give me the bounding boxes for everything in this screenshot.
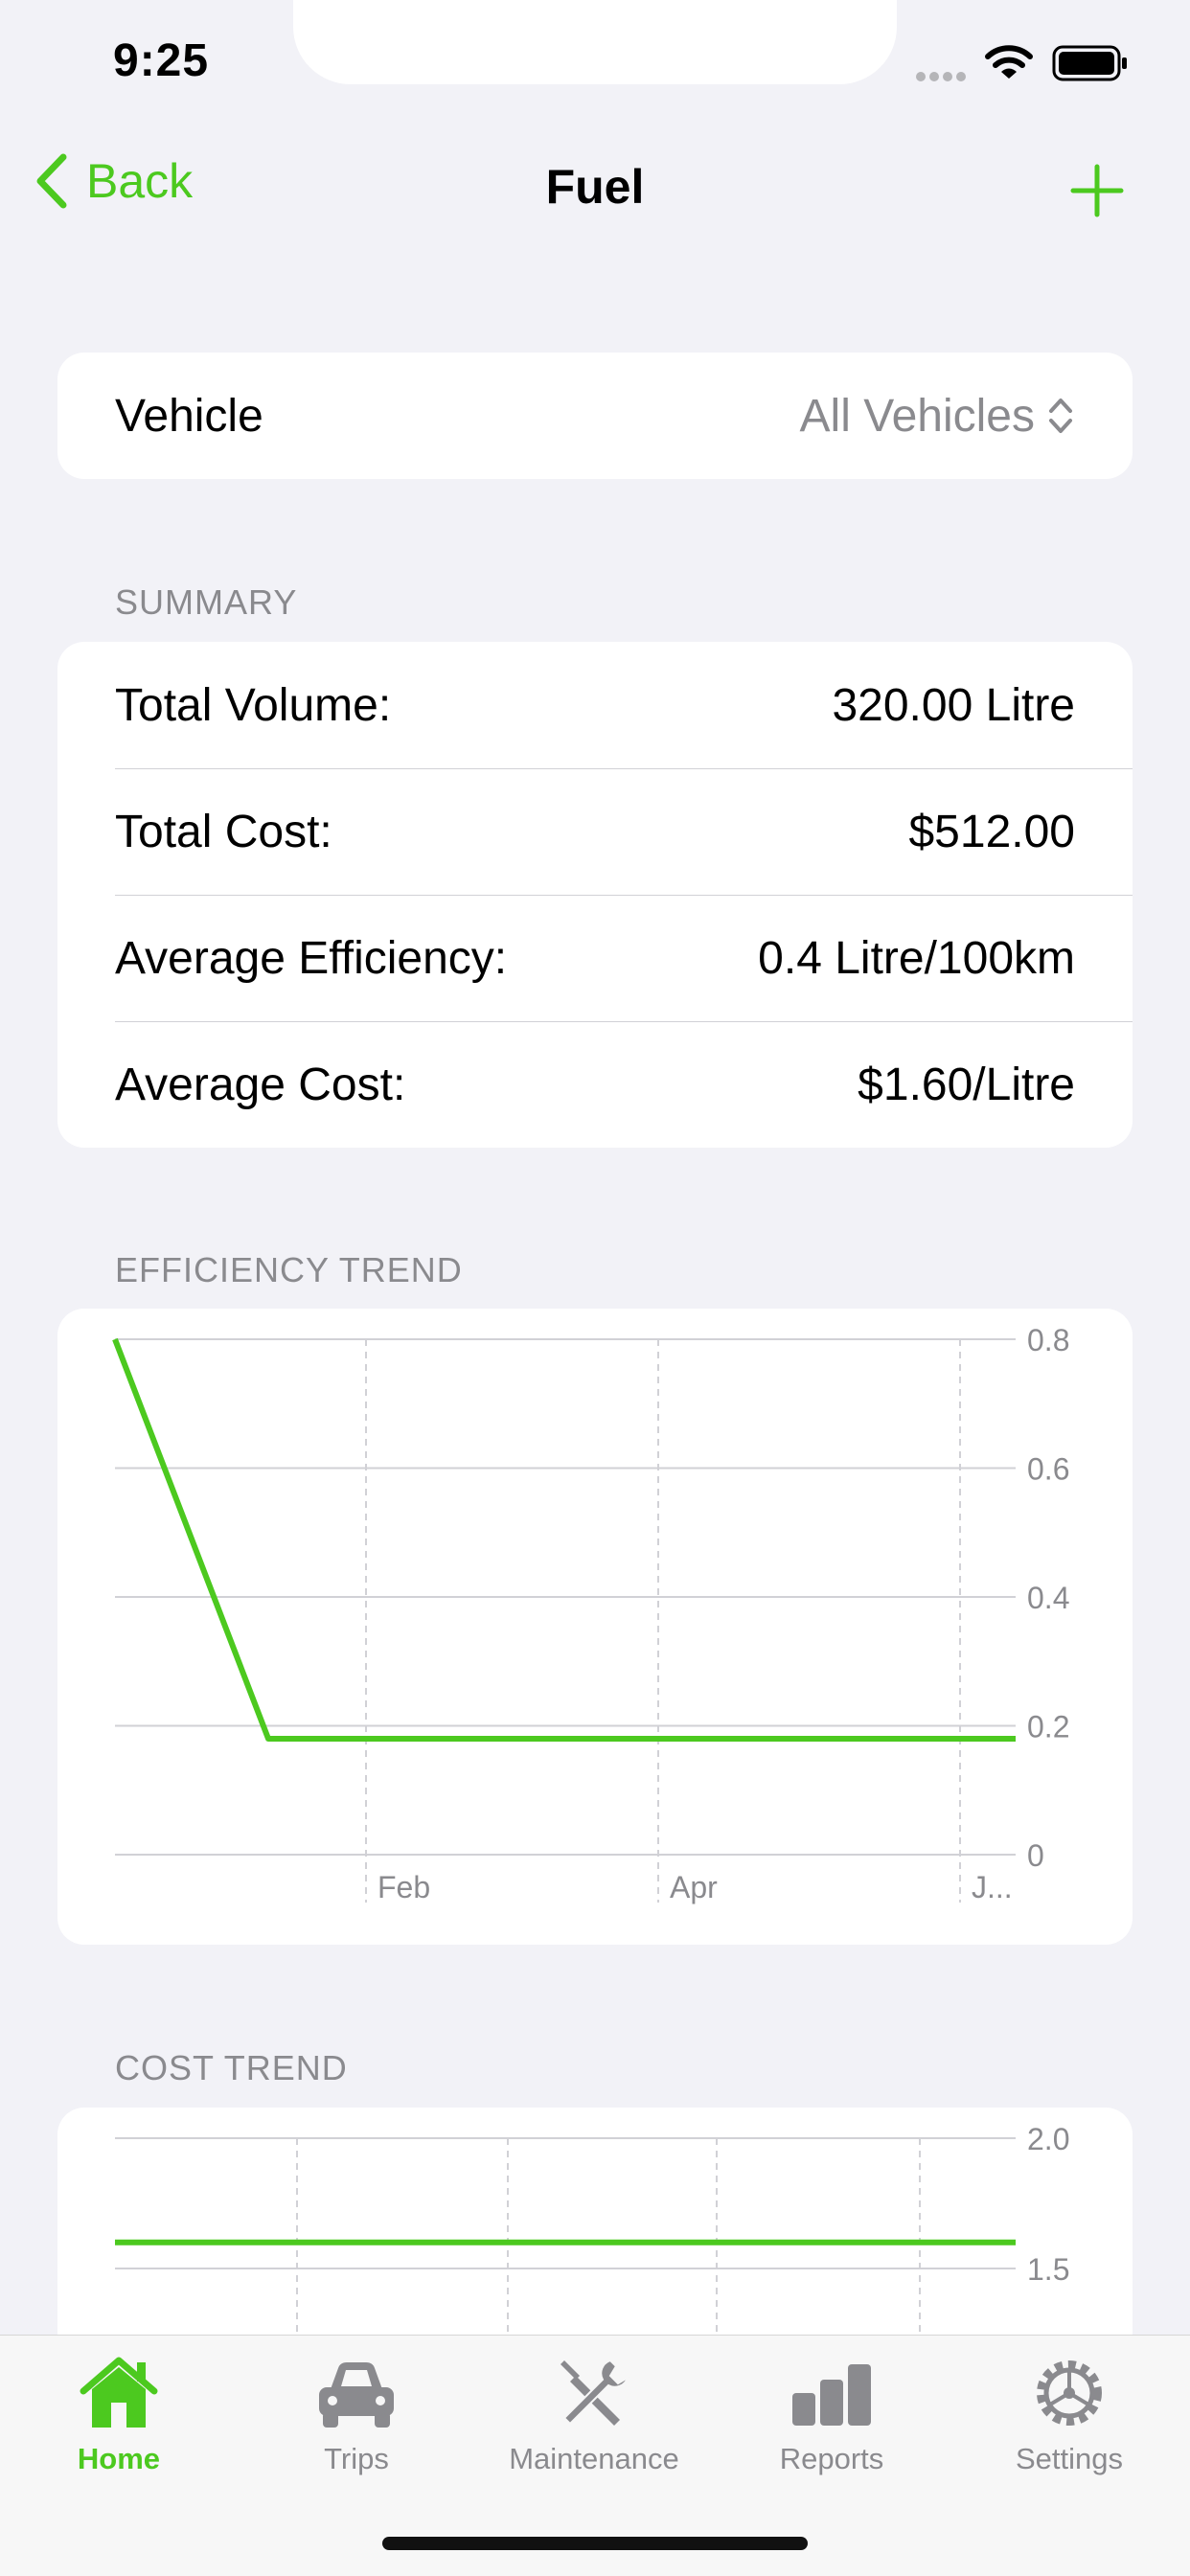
gear-icon	[1037, 2360, 1102, 2426]
house-icon	[80, 2357, 158, 2428]
tab-label: Home	[77, 2442, 161, 2475]
efficiency-trend-header: EFFICIENCY TREND	[115, 1250, 463, 1289]
home-indicator	[382, 2537, 808, 2550]
vehicle-value: All Vehicles	[799, 390, 1035, 442]
tab-reports[interactable]: Reports	[726, 2355, 937, 2476]
tab-trips[interactable]: Trips	[251, 2355, 462, 2476]
tab-settings[interactable]: Settings	[964, 2355, 1175, 2476]
battery-icon	[1052, 45, 1127, 81]
notch	[293, 0, 897, 84]
y-tick-label: 0.8	[1027, 1323, 1069, 1357]
summary-label: Total Volume:	[115, 679, 392, 731]
vehicle-select[interactable]: All Vehicles	[800, 390, 1075, 443]
vehicle-picker-card: Vehicle All Vehicles	[57, 353, 1133, 479]
efficiency-series-line	[112, 1337, 1016, 1742]
y-tick-label: 1.5	[1027, 2252, 1069, 2287]
plus-icon[interactable]	[1069, 163, 1125, 218]
page-title: Fuel	[545, 160, 645, 214]
summary-value: $1.60/Litre	[858, 1059, 1075, 1110]
summary-value: 0.4 Litre/100km	[758, 932, 1075, 984]
y-tick-label: 0	[1027, 1838, 1044, 1873]
summary-value: 320.00 Litre	[832, 679, 1075, 731]
status-time: 9:25	[113, 35, 210, 86]
tools-icon	[561, 2359, 629, 2426]
x-tick-label: J...	[972, 1870, 1013, 1904]
tab-home[interactable]: Home	[13, 2355, 224, 2476]
summary-card: Total Volume: 320.00 Litre Total Cost: $…	[57, 642, 1133, 1148]
tab-maintenance[interactable]: Maintenance	[489, 2355, 699, 2476]
summary-label: Average Cost:	[115, 1059, 406, 1110]
tab-label: Maintenance	[509, 2442, 679, 2475]
summary-row-total-cost: Total Cost: $512.00	[115, 768, 1075, 895]
summary-row-average-cost: Average Cost: $1.60/Litre	[115, 1021, 1075, 1148]
vehicle-picker-row[interactable]: Vehicle All Vehicles	[115, 353, 1075, 479]
chevron-up-down-icon	[1049, 399, 1072, 433]
y-tick-label: 0.6	[1027, 1452, 1069, 1487]
tab-label: Settings	[1015, 2442, 1123, 2475]
efficiency-trend-chart: 0.8 0.6 0.4 0.2 0 Feb Apr J...	[112, 1323, 1069, 1904]
bar-chart-icon	[792, 2364, 871, 2426]
summary-value: $512.00	[908, 806, 1075, 857]
y-tick-label: 0.4	[1027, 1581, 1069, 1615]
y-tick-label: 2.0	[1027, 2122, 1069, 2156]
wifi-icon	[985, 45, 1033, 79]
tab-label: Reports	[779, 2442, 884, 2475]
efficiency-chart-card: 0.8 0.6 0.4 0.2 0 Feb Apr J...	[57, 1309, 1133, 1945]
summary-row-average-efficiency: Average Efficiency: 0.4 Litre/100km	[115, 895, 1075, 1021]
summary-row-total-volume: Total Volume: 320.00 Litre	[115, 642, 1075, 768]
summary-label: Total Cost:	[115, 806, 332, 857]
x-tick-label: Feb	[378, 1870, 430, 1904]
car-icon	[319, 2362, 394, 2428]
vehicle-label: Vehicle	[115, 390, 263, 442]
x-tick-label: Apr	[670, 1870, 718, 1904]
tab-label: Trips	[324, 2442, 389, 2475]
summary-label: Average Efficiency:	[115, 932, 508, 984]
summary-header: SUMMARY	[115, 582, 298, 622]
cost-trend-header: COST TREND	[115, 2048, 348, 2087]
cellular-signal-icon	[916, 57, 973, 86]
y-tick-label: 0.2	[1027, 1710, 1069, 1744]
